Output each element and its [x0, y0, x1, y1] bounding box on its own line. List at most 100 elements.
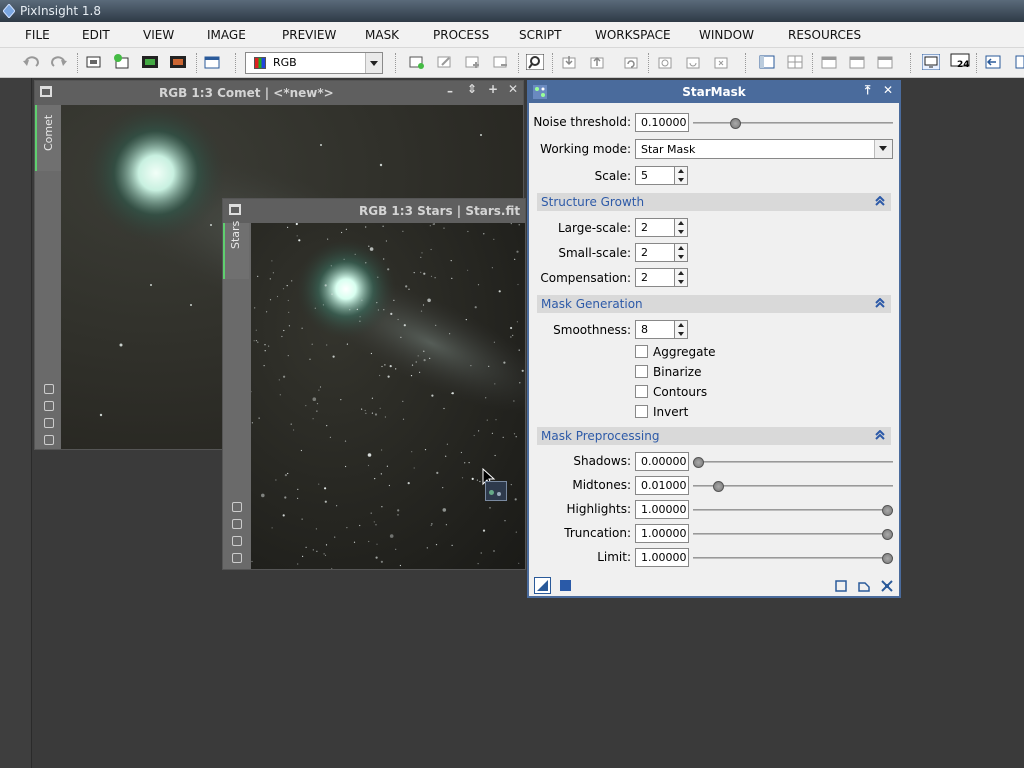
- zoom-to-fit-icon[interactable]: [232, 519, 242, 529]
- view-icon-b[interactable]: [848, 54, 866, 70]
- fit-view-icon[interactable]: [44, 384, 54, 394]
- new-instance-icon[interactable]: [534, 577, 551, 594]
- scale-input[interactable]: 5: [635, 166, 675, 185]
- color-image-icon[interactable]: [169, 54, 187, 70]
- view-icon-a[interactable]: [820, 54, 838, 70]
- shade-panel-icon[interactable]: ⤒: [865, 83, 870, 98]
- compensation-input[interactable]: 2: [635, 268, 675, 287]
- grid-icon[interactable]: [786, 54, 804, 70]
- image-container-icon[interactable]: [141, 54, 159, 70]
- browse-documentation-icon[interactable]: [858, 580, 870, 592]
- smoothness-spinner[interactable]: [674, 320, 688, 339]
- chevron-down-icon[interactable]: [365, 53, 382, 73]
- close-panel-icon[interactable]: ✕: [883, 83, 893, 97]
- monitor-icon[interactable]: [922, 54, 940, 70]
- menu-process[interactable]: PROCESS: [433, 28, 489, 42]
- delete-preview-icon[interactable]: [492, 54, 510, 70]
- binarize-label[interactable]: Binarize: [653, 365, 701, 379]
- preview-icon[interactable]: [835, 580, 847, 592]
- undo-icon[interactable]: [22, 54, 40, 70]
- screen-24-button[interactable]: 24: [950, 53, 970, 73]
- dock-icon[interactable]: [984, 54, 1002, 70]
- add-preview-icon[interactable]: [464, 54, 482, 70]
- menu-image[interactable]: IMAGE: [207, 28, 246, 42]
- auto-stretch-icon[interactable]: [44, 435, 54, 445]
- restore-icon[interactable]: [588, 54, 606, 70]
- midtones-slider[interactable]: [693, 481, 893, 492]
- menu-script[interactable]: SCRIPT: [519, 28, 561, 42]
- smoothness-input[interactable]: 8: [635, 320, 675, 339]
- stars-image[interactable]: [251, 223, 525, 569]
- process-icon-a[interactable]: [656, 54, 674, 70]
- process-icon-c[interactable]: [712, 54, 730, 70]
- invert-checkbox[interactable]: [635, 405, 648, 418]
- large-scale-spinner[interactable]: [674, 218, 688, 237]
- menu-edit[interactable]: EDIT: [82, 28, 110, 42]
- chevron-down-icon[interactable]: [874, 140, 892, 158]
- zoom-to-fit-icon[interactable]: [44, 401, 54, 411]
- compensation-spinner[interactable]: [674, 268, 688, 287]
- truncation-input[interactable]: 1.00000: [635, 524, 689, 543]
- view-tab-comet[interactable]: Comet: [35, 105, 61, 171]
- collapse-section-icon[interactable]: [875, 298, 885, 308]
- slider-knob[interactable]: [712, 481, 724, 492]
- mask-preprocessing-section[interactable]: Mask Preprocessing: [537, 427, 891, 445]
- menu-workspace[interactable]: WORKSPACE: [595, 28, 671, 42]
- contours-label[interactable]: Contours: [653, 385, 707, 399]
- mask-generation-section[interactable]: Mask Generation: [537, 295, 891, 313]
- store-icon[interactable]: [560, 54, 578, 70]
- starmask-panel[interactable]: StarMask ⤒ ✕ Noise threshold: 0.10000 Wo…: [527, 80, 901, 598]
- aggregate-checkbox[interactable]: [635, 345, 648, 358]
- starmask-title-bar[interactable]: StarMask ⤒ ✕: [529, 82, 899, 103]
- menu-window[interactable]: WINDOW: [699, 28, 754, 42]
- midtones-input[interactable]: 0.01000: [635, 476, 689, 495]
- slider-knob[interactable]: [882, 553, 893, 564]
- noise-threshold-input[interactable]: 0.10000: [635, 113, 689, 132]
- maximize-icon[interactable]: +: [488, 82, 498, 96]
- noise-threshold-slider[interactable]: [693, 118, 893, 129]
- collapse-section-icon[interactable]: [875, 196, 885, 206]
- working-mode-select[interactable]: Star Mask: [635, 139, 893, 159]
- minimize-icon[interactable]: –: [447, 84, 453, 98]
- process-icon-b[interactable]: [684, 54, 702, 70]
- contours-checkbox[interactable]: [635, 385, 648, 398]
- collapse-section-icon[interactable]: [875, 430, 885, 440]
- slider-knob[interactable]: [729, 118, 741, 129]
- auto-stretch-icon[interactable]: [232, 553, 242, 563]
- zoom-icon[interactable]: [526, 54, 544, 70]
- small-scale-input[interactable]: 2: [635, 243, 675, 262]
- binarize-checkbox[interactable]: [635, 365, 648, 378]
- aggregate-label[interactable]: Aggregate: [653, 345, 716, 359]
- new-window-icon[interactable]: [203, 54, 221, 70]
- view-tab-stars[interactable]: Stars: [223, 221, 249, 279]
- shade-icon[interactable]: ⇕: [467, 82, 477, 96]
- scale-spinner[interactable]: [674, 166, 688, 185]
- invert-label[interactable]: Invert: [653, 405, 688, 419]
- comet-window-title-bar[interactable]: RGB 1:3 Comet | <*new*> – ⇕ + ✕: [35, 81, 523, 105]
- new-image-icon[interactable]: [113, 54, 131, 70]
- edit-preview-icon[interactable]: [436, 54, 454, 70]
- rgb-channel-select[interactable]: RGB: [245, 52, 383, 74]
- stars-window-title-bar[interactable]: RGB 1:3 Stars | Stars.fit: [223, 199, 525, 223]
- redo-icon[interactable]: [50, 54, 68, 70]
- small-scale-spinner[interactable]: [674, 243, 688, 262]
- reset-parameters-icon[interactable]: [881, 580, 893, 592]
- reset-icon[interactable]: [622, 54, 640, 70]
- structure-growth-section[interactable]: Structure Growth: [537, 193, 891, 211]
- shadows-slider[interactable]: [693, 457, 893, 468]
- highlights-slider[interactable]: [693, 505, 893, 516]
- fit-view-icon[interactable]: [232, 502, 242, 512]
- highlights-input[interactable]: 1.00000: [635, 500, 689, 519]
- menu-mask[interactable]: MASK: [365, 28, 399, 42]
- view-icon-c[interactable]: [876, 54, 894, 70]
- limit-slider[interactable]: [693, 553, 893, 564]
- slider-knob[interactable]: [882, 505, 893, 516]
- large-scale-input[interactable]: 2: [635, 218, 675, 237]
- menu-view[interactable]: VIEW: [143, 28, 174, 42]
- stars-image-window[interactable]: RGB 1:3 Stars | Stars.fit Stars: [222, 198, 526, 570]
- apply-global-icon[interactable]: [560, 580, 571, 591]
- close-icon[interactable]: ✕: [508, 82, 518, 96]
- menu-resources[interactable]: RESOURCES: [788, 28, 861, 42]
- image-properties-icon[interactable]: [85, 54, 103, 70]
- menu-preview[interactable]: PREVIEW: [282, 28, 336, 42]
